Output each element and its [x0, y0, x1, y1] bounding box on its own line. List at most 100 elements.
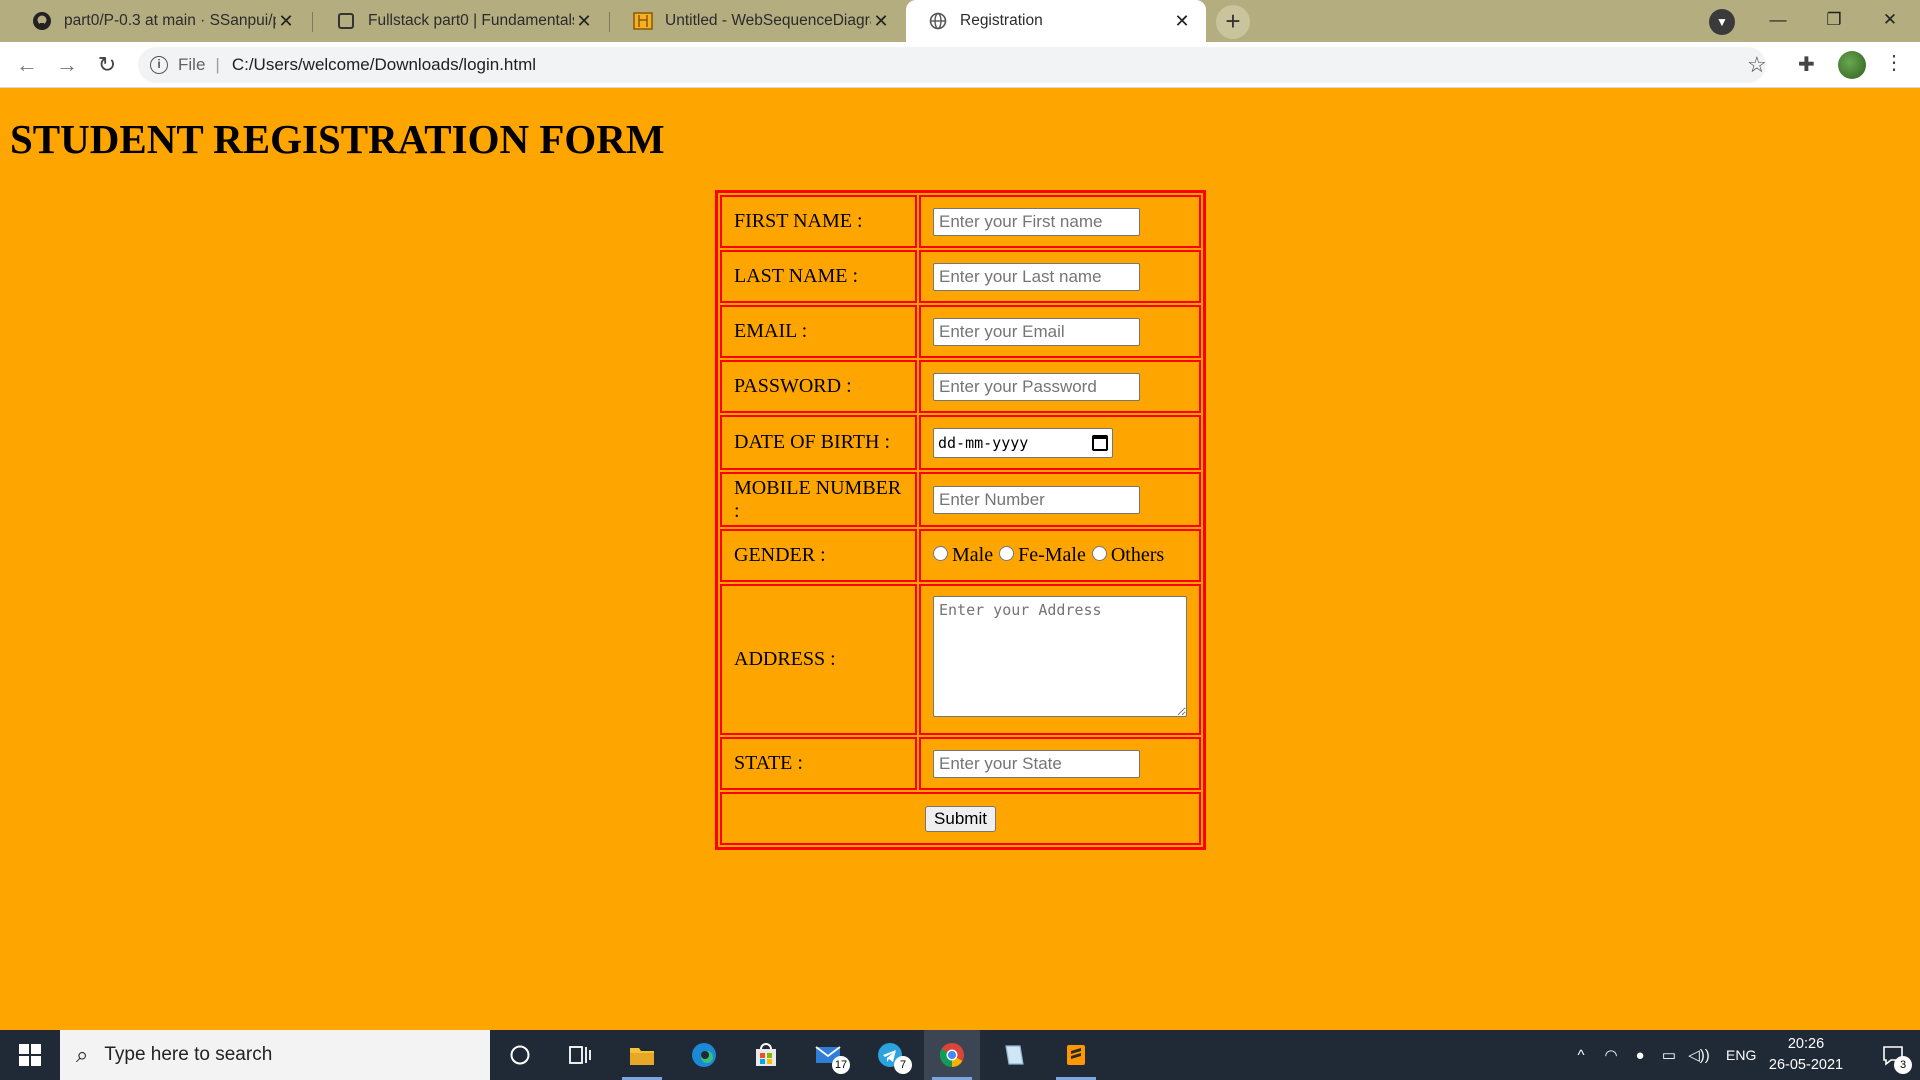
sublime-text-icon[interactable] [1048, 1030, 1104, 1080]
back-arrow-icon[interactable]: ← [12, 50, 42, 80]
clock-date: 26-05-2021 [1768, 1057, 1844, 1073]
gender-cell: Male Fe-Male Others [919, 529, 1201, 582]
form-row-last-name: LAST NAME : [720, 250, 1201, 303]
dob-label: DATE OF BIRTH : [720, 415, 917, 470]
battery-icon[interactable]: ▭ [1654, 1046, 1684, 1064]
gender-option-others[interactable]: Others [1091, 544, 1165, 567]
microphone-icon[interactable]: ● [1626, 1047, 1654, 1064]
mobile-label: MOBILE NUMBER : [720, 472, 917, 527]
language-indicator[interactable]: ENG [1726, 1047, 1756, 1063]
address-bar[interactable]: i File | C:/Users/welcome/Downloads/logi… [138, 47, 1766, 83]
url-text[interactable]: C:/Users/welcome/Downloads/login.html [232, 55, 536, 75]
dob-format-text: dd-mm-yyyy [938, 433, 1029, 452]
form-row-password: PASSWORD : [720, 360, 1201, 413]
password-cell [919, 360, 1201, 413]
address-textarea[interactable] [933, 596, 1187, 717]
notepad-app-icon[interactable] [986, 1030, 1042, 1080]
tab-search-icon[interactable]: ▼ [1709, 9, 1735, 35]
dob-cell: dd-mm-yyyy [919, 415, 1201, 470]
close-icon[interactable]: ✕ [871, 11, 891, 32]
info-icon[interactable]: i [150, 56, 168, 74]
globe-icon [928, 11, 948, 31]
female-label: Fe-Male [1018, 544, 1086, 566]
mail-icon[interactable]: 17 [800, 1030, 856, 1080]
chrome-icon[interactable] [924, 1030, 980, 1080]
gender-option-female[interactable]: Fe-Male [999, 544, 1086, 567]
tab-title: part0/P-0.3 at main · SSanpui/pa [64, 12, 276, 29]
password-input[interactable] [933, 372, 1140, 401]
task-view-icon[interactable] [552, 1030, 608, 1080]
last-name-cell [919, 250, 1201, 303]
extensions-puzzle-icon[interactable]: ✚ [1798, 52, 1815, 77]
github-icon [32, 11, 52, 31]
female-radio[interactable] [999, 546, 1015, 561]
telegram-icon[interactable]: 7 [862, 1030, 918, 1080]
form-row-address: ADDRESS : [720, 584, 1201, 735]
tab-registration[interactable]: Registration ✕ [906, 0, 1206, 42]
start-button[interactable] [0, 1030, 60, 1080]
form-row-dob: DATE OF BIRTH : dd-mm-yyyy [720, 415, 1201, 470]
reload-icon[interactable]: ↻ [92, 50, 122, 80]
state-input[interactable] [933, 749, 1140, 778]
close-icon[interactable]: ✕ [276, 11, 296, 32]
page-content: STUDENT REGISTRATION FORM FIRST NAME : L… [0, 89, 1920, 1030]
tab-separator [609, 12, 610, 32]
gender-radio-group: Male Fe-Male Others [933, 544, 1187, 567]
network-icon[interactable]: ◠ [1596, 1046, 1626, 1064]
tab-github[interactable]: part0/P-0.3 at main · SSanpui/pa ✕ [10, 0, 310, 42]
close-icon[interactable]: ✕ [1172, 11, 1192, 32]
form-row-email: EMAIL : [720, 305, 1201, 358]
email-input[interactable] [933, 317, 1140, 346]
menu-kebab-icon[interactable]: ⋮ [1884, 52, 1904, 74]
close-icon[interactable]: ✕ [574, 11, 594, 32]
form-row-gender: GENDER : Male Fe-Male Others [720, 529, 1201, 582]
new-tab-button[interactable]: + [1216, 5, 1250, 39]
bookmark-star-icon[interactable]: ☆ [1747, 52, 1767, 78]
taskbar-clock[interactable]: 20:26 26-05-2021 [1756, 1034, 1856, 1076]
tab-websequencediagrams[interactable]: Untitled - WebSequenceDiagram ✕ [611, 0, 905, 42]
submit-button[interactable]: Submit [925, 805, 996, 832]
tab-separator [312, 12, 313, 32]
forward-arrow-icon[interactable]: → [52, 50, 82, 80]
state-cell [919, 737, 1201, 790]
last-name-input[interactable] [933, 262, 1140, 291]
restore-button[interactable]: ❐ [1804, 0, 1864, 42]
gender-option-male[interactable]: Male [933, 544, 993, 567]
divider: | [215, 55, 220, 74]
registration-form-table: FIRST NAME : LAST NAME : EMAIL : PASSWOR… [715, 190, 1206, 850]
calendar-icon[interactable] [1092, 434, 1108, 451]
taskbar-search-box[interactable]: ⌕ Type here to search [60, 1030, 490, 1080]
form-row-first-name: FIRST NAME : [720, 195, 1201, 248]
windows-logo-icon [19, 1044, 41, 1066]
notification-center-icon[interactable]: 3 [1866, 1030, 1920, 1080]
file-explorer-icon[interactable] [614, 1030, 670, 1080]
tab-title: Registration [960, 12, 1043, 29]
system-tray: ^ ◠ ● ▭ ◁)) ENG [1566, 1030, 1756, 1080]
mobile-input[interactable] [933, 485, 1140, 514]
close-window-button[interactable]: ✕ [1860, 0, 1920, 42]
minimize-button[interactable]: — [1748, 0, 1808, 42]
profile-avatar[interactable] [1838, 51, 1866, 79]
first-name-cell [919, 195, 1201, 248]
others-label: Others [1110, 544, 1165, 566]
cortana-icon[interactable] [492, 1030, 548, 1080]
first-name-label: FIRST NAME : [720, 195, 917, 248]
browser-toolbar: ← → ↻ i File | C:/Users/welcome/Download… [0, 42, 1920, 88]
male-radio[interactable] [933, 546, 948, 561]
others-radio[interactable] [1091, 546, 1107, 561]
tab-fullstack[interactable]: Fullstack part0 | Fundamentals of ✕ [314, 0, 608, 42]
dob-date-input[interactable]: dd-mm-yyyy [933, 427, 1113, 458]
page-title: STUDENT REGISTRATION FORM [10, 116, 665, 162]
volume-icon[interactable]: ◁)) [1684, 1046, 1714, 1064]
windows-taskbar: ⌕ Type here to search 17 7 ^ ◠ ● ▭ ◁)) E… [0, 1030, 1920, 1080]
notification-badge: 3 [1894, 1056, 1912, 1074]
first-name-input[interactable] [933, 207, 1140, 236]
tab-title: Untitled - WebSequenceDiagram [665, 12, 871, 29]
state-label: STATE : [720, 737, 917, 790]
gender-label: GENDER : [720, 529, 917, 582]
address-cell [919, 584, 1201, 735]
edge-browser-icon[interactable] [676, 1030, 732, 1080]
telegram-badge: 7 [894, 1056, 912, 1074]
microsoft-store-icon[interactable] [738, 1030, 794, 1080]
chevron-up-icon[interactable]: ^ [1566, 1047, 1596, 1064]
